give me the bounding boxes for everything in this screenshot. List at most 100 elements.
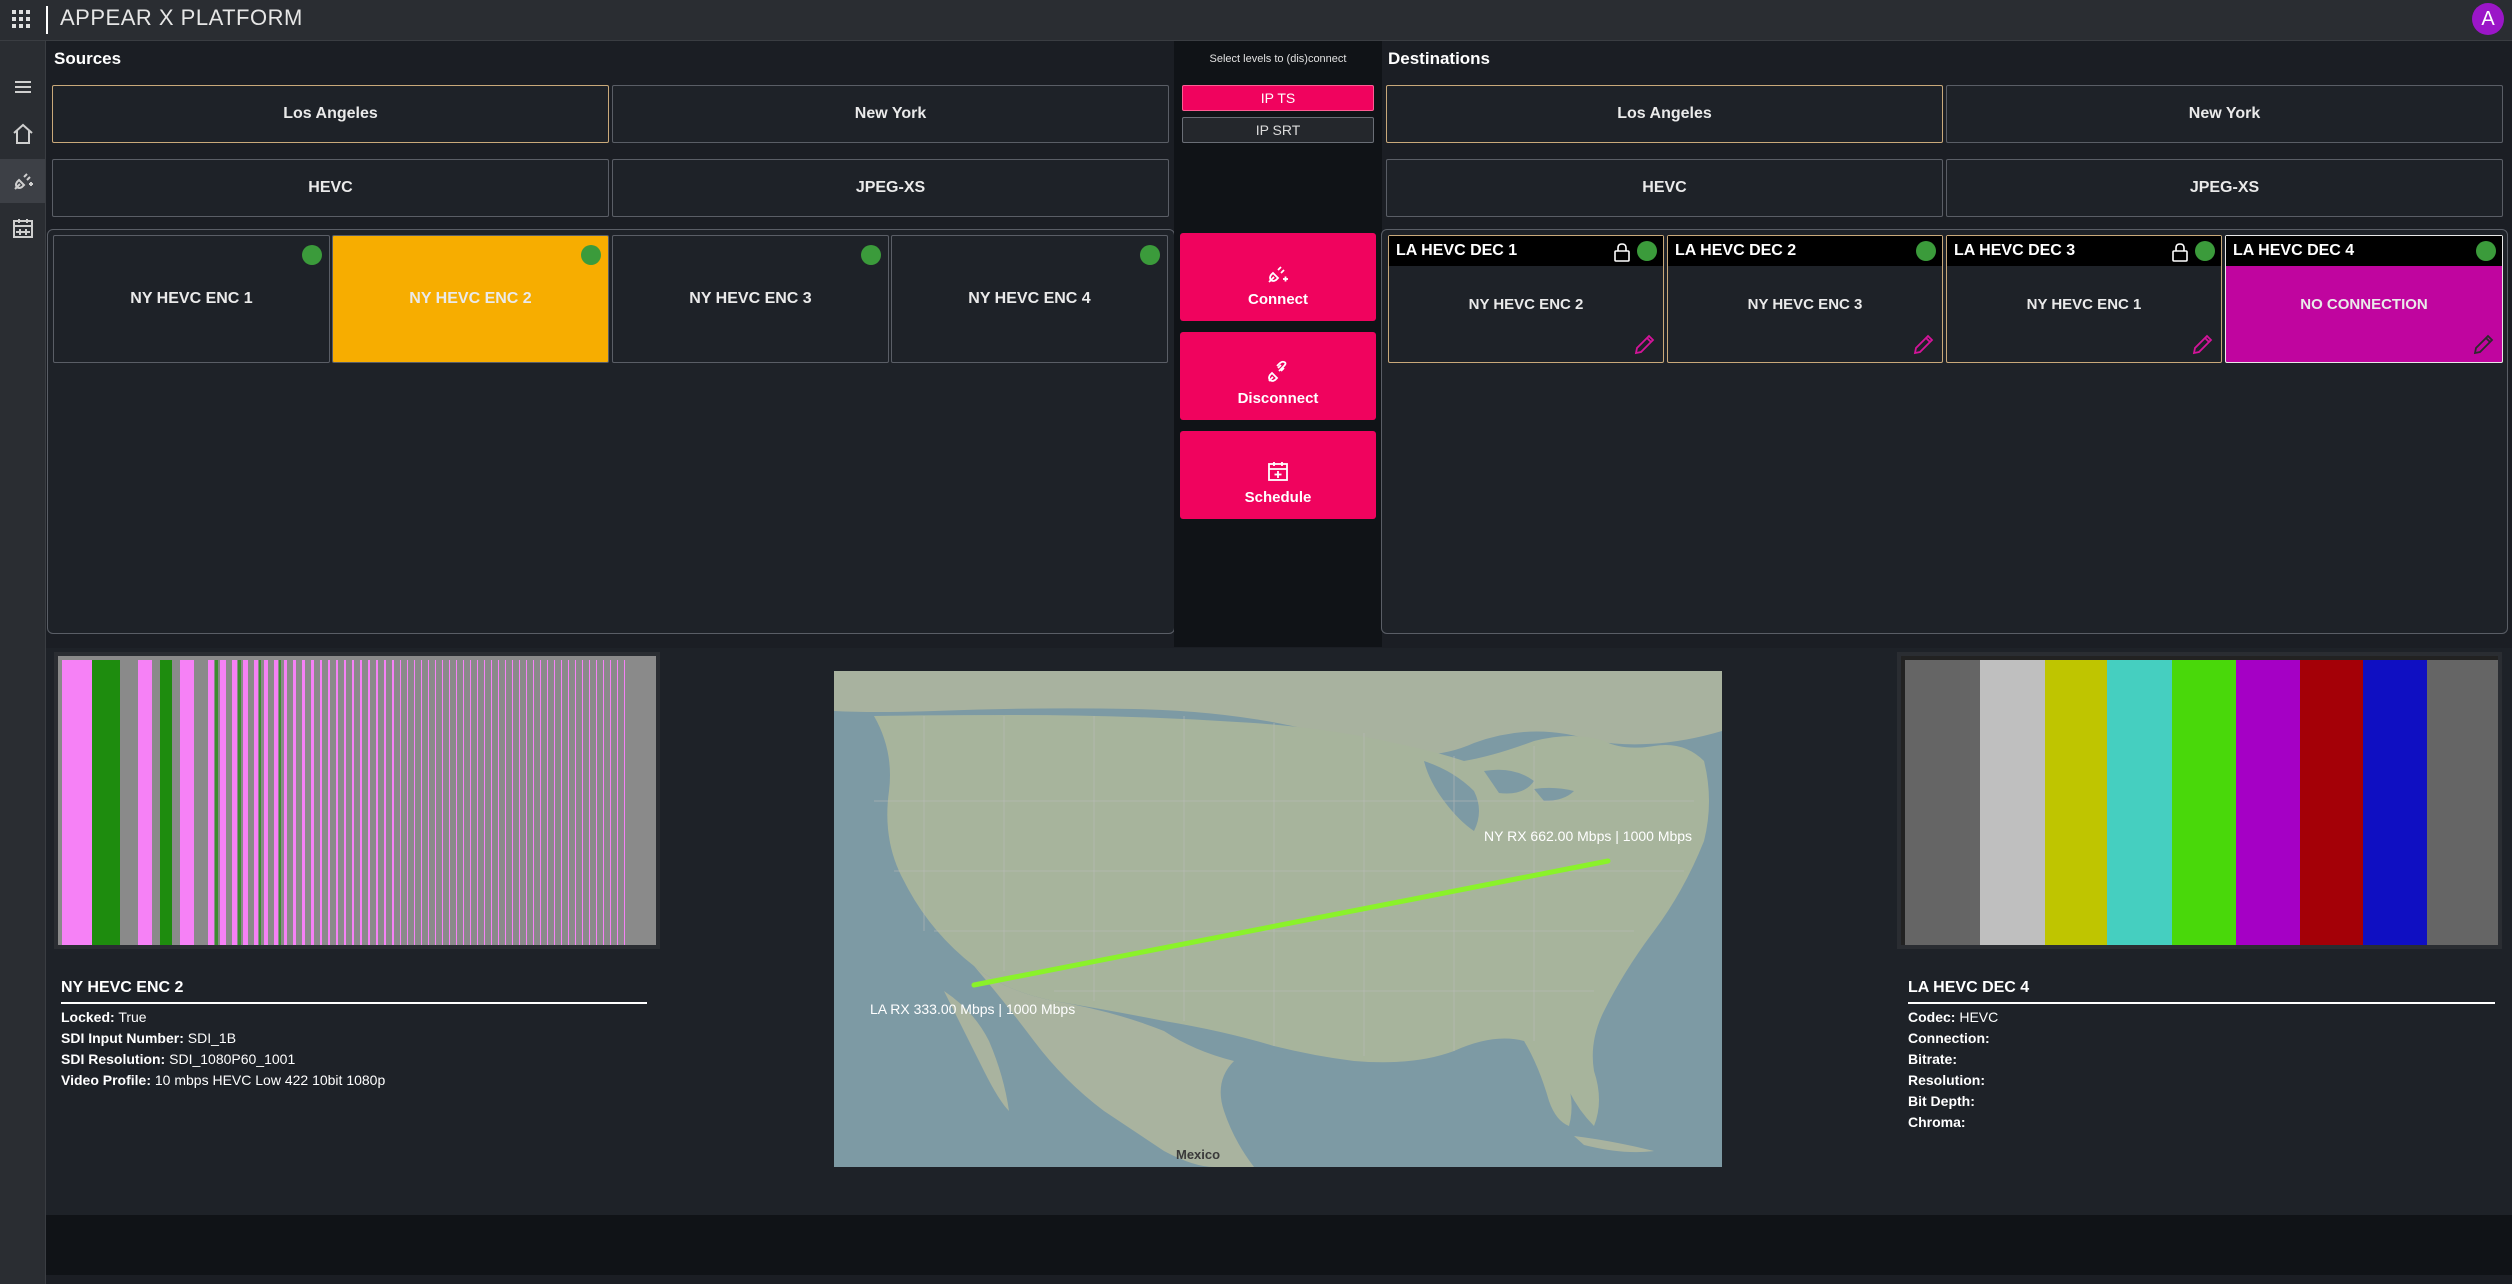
destination-tile-name: LA HEVC DEC 2 bbox=[1675, 242, 1797, 259]
source-video-preview bbox=[54, 652, 660, 949]
destination-info-divider bbox=[1908, 1002, 2495, 1004]
info-value: SDI_1B bbox=[187, 1030, 237, 1046]
destination-tile-la-hevc-dec-3[interactable]: LA HEVC DEC 3 NY HEVC ENC 1 bbox=[1946, 235, 2222, 363]
network-map[interactable]: NY RX 662.00 Mbps | 1000 Mbps LA RX 333.… bbox=[834, 671, 1722, 1167]
info-label: Video Profile: bbox=[61, 1072, 151, 1088]
destination-tile-name: LA HEVC DEC 1 bbox=[1396, 242, 1518, 259]
info-label: Connection: bbox=[1908, 1030, 1990, 1046]
level-ip-ts[interactable]: IP TS bbox=[1182, 85, 1374, 111]
status-dot-icon bbox=[1916, 241, 1936, 261]
source-info-title: NY HEVC ENC 2 bbox=[61, 979, 184, 996]
plug-disconnect-icon bbox=[1268, 360, 1287, 382]
user-avatar[interactable]: A bbox=[2472, 3, 2504, 35]
destination-info-row: Bitrate: bbox=[1908, 1051, 1957, 1067]
source-tile-label: NY HEVC ENC 1 bbox=[130, 290, 253, 307]
levels-label: Select levels to (dis)connect bbox=[1209, 53, 1347, 65]
source-tile-label: NY HEVC ENC 4 bbox=[968, 290, 1091, 307]
nav-connections[interactable] bbox=[0, 159, 45, 203]
source-tile-label: NY HEVC ENC 2 bbox=[409, 290, 532, 307]
edit-pencil-icon[interactable] bbox=[1633, 332, 1657, 356]
nav-schedule[interactable] bbox=[0, 206, 45, 250]
destination-tile-source: NY HEVC ENC 3 bbox=[1747, 296, 1863, 313]
destination-tile-la-hevc-dec-4[interactable]: LA HEVC DEC 4 NO CONNECTION bbox=[2225, 235, 2503, 363]
status-dot-icon bbox=[302, 245, 322, 265]
edit-pencil-icon[interactable] bbox=[2191, 332, 2215, 356]
destination-info-row: Chroma: bbox=[1908, 1114, 1966, 1130]
destination-codec-hevc[interactable]: HEVC bbox=[1386, 159, 1943, 217]
destination-tile-header: LA HEVC DEC 2 bbox=[1668, 236, 1942, 266]
info-label: Codec: bbox=[1908, 1009, 1956, 1025]
destination-codec-jpeg-xs[interactable]: JPEG-XS bbox=[1946, 159, 2503, 217]
destination-tile-name: LA HEVC DEC 3 bbox=[1954, 242, 2076, 259]
footer-strip bbox=[46, 1215, 2512, 1275]
info-value: HEVC bbox=[1959, 1009, 1999, 1025]
destination-location-los-angeles[interactable]: Los Angeles bbox=[1386, 85, 1943, 143]
sources-title: Sources bbox=[54, 49, 122, 68]
info-value: True bbox=[118, 1009, 147, 1025]
menu-button[interactable] bbox=[0, 65, 45, 109]
source-tile-label: NY HEVC ENC 3 bbox=[689, 290, 812, 307]
source-tile-ny-hevc-enc-2[interactable]: NY HEVC ENC 2 bbox=[332, 235, 609, 363]
plug-connect-icon bbox=[13, 173, 33, 190]
destination-location-new-york[interactable]: New York bbox=[1946, 85, 2503, 143]
destination-info-row: Codec: HEVC bbox=[1908, 1009, 1998, 1025]
destination-tile-name: LA HEVC DEC 4 bbox=[2233, 242, 2355, 259]
destination-tile-source: NO CONNECTION bbox=[2300, 296, 2428, 313]
disconnect-button[interactable]: Disconnect bbox=[1180, 332, 1376, 420]
status-dot-icon bbox=[1637, 241, 1657, 261]
title-divider bbox=[46, 6, 48, 34]
source-location-new-york[interactable]: New York bbox=[612, 85, 1169, 143]
destination-tile-source: NY HEVC ENC 1 bbox=[2026, 296, 2142, 313]
info-label: SDI Input Number: bbox=[61, 1030, 184, 1046]
lock-icon bbox=[2172, 243, 2188, 262]
app-title: APPEAR X PLATFORM bbox=[60, 5, 303, 30]
status-dot-icon bbox=[581, 245, 601, 265]
calendar-icon bbox=[12, 219, 33, 238]
source-codec-hevc[interactable]: HEVC bbox=[52, 159, 609, 217]
source-tile-ny-hevc-enc-4[interactable]: NY HEVC ENC 4 bbox=[891, 235, 1168, 363]
source-codec-jpeg-xs[interactable]: JPEG-XS bbox=[612, 159, 1169, 217]
la-rx-label: LA RX 333.00 Mbps | 1000 Mbps bbox=[870, 1001, 1076, 1017]
destination-info-row: Bit Depth: bbox=[1908, 1093, 1975, 1109]
source-tile-ny-hevc-enc-3[interactable]: NY HEVC ENC 3 bbox=[612, 235, 889, 363]
source-tile-ny-hevc-enc-1[interactable]: NY HEVC ENC 1 bbox=[53, 235, 330, 363]
status-dot-icon bbox=[861, 245, 881, 265]
destination-tile-header: LA HEVC DEC 4 bbox=[2226, 236, 2502, 266]
level-ip-srt[interactable]: IP SRT bbox=[1182, 117, 1374, 143]
calendar-add-icon bbox=[1268, 462, 1288, 481]
source-info-row: SDI Input Number: SDI_1B bbox=[61, 1030, 236, 1046]
connect-button[interactable]: Connect bbox=[1180, 233, 1376, 321]
destination-info-row: Connection: bbox=[1908, 1030, 1990, 1046]
source-info-divider bbox=[61, 1002, 647, 1004]
info-label: SDI Resolution: bbox=[61, 1051, 166, 1067]
top-bar: APPEAR X PLATFORM A bbox=[0, 0, 2512, 41]
source-preview-image bbox=[58, 656, 656, 945]
nav-home[interactable] bbox=[0, 112, 45, 156]
status-dot-icon bbox=[1140, 245, 1160, 265]
connection-controls: Select levels to (dis)connect IP TS IP S… bbox=[1174, 41, 1382, 647]
info-label: Chroma: bbox=[1908, 1114, 1966, 1130]
edit-pencil-icon[interactable] bbox=[1912, 332, 1936, 356]
source-location-los-angeles[interactable]: Los Angeles bbox=[52, 85, 609, 143]
destination-tile-source: NY HEVC ENC 2 bbox=[1468, 296, 1584, 313]
plug-connect-icon bbox=[1268, 266, 1288, 283]
source-info-row: SDI Resolution: SDI_1080P60_1001 bbox=[61, 1051, 295, 1067]
apps-grid-icon[interactable] bbox=[10, 8, 32, 30]
info-label: Locked: bbox=[61, 1009, 115, 1025]
destination-video-preview bbox=[1897, 652, 2502, 949]
schedule-button[interactable]: Schedule bbox=[1180, 431, 1376, 519]
source-info-row: Video Profile: 10 mbps HEVC Low 422 10bi… bbox=[61, 1072, 385, 1088]
info-label: Resolution: bbox=[1908, 1072, 1985, 1088]
edit-pencil-icon[interactable] bbox=[2472, 332, 2496, 356]
destination-tile-la-hevc-dec-2[interactable]: LA HEVC DEC 2 NY HEVC ENC 3 bbox=[1667, 235, 1943, 363]
lock-icon bbox=[1614, 243, 1630, 262]
info-value: SDI_1080P60_1001 bbox=[169, 1051, 296, 1067]
map-image bbox=[834, 671, 1722, 1167]
color-bars-image bbox=[1901, 656, 2498, 945]
schedule-label: Schedule bbox=[1244, 489, 1312, 506]
hamburger-menu-icon bbox=[14, 81, 31, 93]
map-country-label: Mexico bbox=[1176, 1147, 1221, 1162]
disconnect-label: Disconnect bbox=[1237, 390, 1319, 407]
info-label: Bit Depth: bbox=[1908, 1093, 1975, 1109]
destination-tile-la-hevc-dec-1[interactable]: LA HEVC DEC 1 NY HEVC ENC 2 bbox=[1388, 235, 1664, 363]
